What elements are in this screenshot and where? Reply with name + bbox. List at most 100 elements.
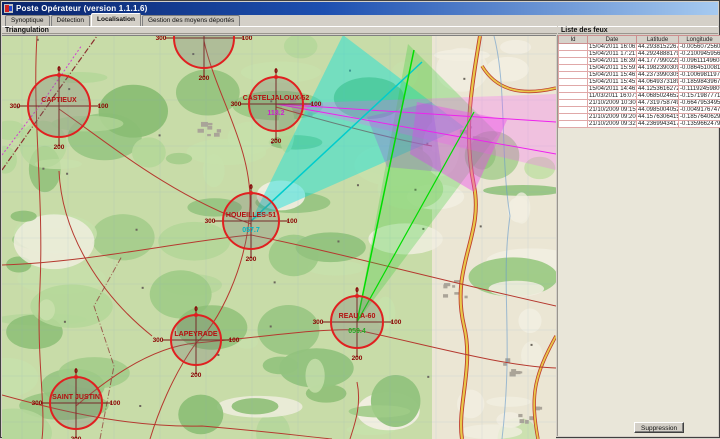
fire-longitude: -0.0056072560859 bbox=[679, 44, 720, 51]
column-header-latitude[interactable]: Latitude bbox=[637, 36, 679, 44]
fire-longitude: -0.1857640629673 bbox=[679, 114, 720, 121]
svg-text:300: 300 bbox=[313, 319, 324, 326]
fire-table-row[interactable]: 21/10/2009 09:32:0244.2369943417-0.13596… bbox=[559, 121, 720, 128]
fire-date: 15/04/2011 16:39:45 bbox=[588, 58, 637, 65]
svg-text:100: 100 bbox=[242, 36, 253, 42]
fire-date: 21/10/2009 09:20:24 bbox=[588, 114, 637, 121]
svg-text:200: 200 bbox=[199, 75, 210, 82]
fire-table-row[interactable]: 15/04/2011 15:46:0544.2373990305-0.10069… bbox=[559, 72, 720, 79]
fire-latitude: 44.1777990229 bbox=[637, 58, 679, 65]
svg-text:300: 300 bbox=[10, 103, 21, 110]
fire-longitude: -0.0961114960809 bbox=[679, 58, 720, 65]
svg-text:0: 0 bbox=[249, 184, 253, 191]
fire-latitude: 44.1253616272 bbox=[637, 86, 679, 93]
fire-longitude: -0.1359662479195 bbox=[679, 121, 720, 128]
fire-table-row[interactable]: 15/04/2011 15:45:5144.0649373189-0.18598… bbox=[559, 79, 720, 86]
svg-text:200: 200 bbox=[246, 256, 257, 263]
svg-text:CASTELJALOUX-52: CASTELJALOUX-52 bbox=[243, 95, 310, 102]
svg-text:300: 300 bbox=[32, 400, 43, 407]
fire-id bbox=[559, 72, 588, 79]
fire-date: 21/10/2009 09:15:09 bbox=[588, 107, 637, 114]
fire-date: 15/04/2011 14:46:07 bbox=[588, 86, 637, 93]
column-header-id[interactable]: Id bbox=[559, 36, 588, 44]
svg-text:118.2: 118.2 bbox=[267, 110, 284, 117]
fire-table-header: IdDateLatitudeLongitude bbox=[559, 36, 720, 44]
svg-text:100: 100 bbox=[311, 101, 322, 108]
fire-table-row[interactable]: 21/10/2009 09:15:0944.0985004052-0.00491… bbox=[559, 107, 720, 114]
svg-text:LAPEYRADE: LAPEYRADE bbox=[174, 331, 218, 338]
fire-longitude: -0.2100945956016 bbox=[679, 51, 720, 58]
triangulation-map[interactable]: 0100200300SAUMEJAN0100200300CAPTIEUX0100… bbox=[2, 35, 556, 439]
fire-id bbox=[559, 121, 588, 128]
fire-date: 15/04/2011 15:45:51 bbox=[588, 79, 637, 86]
fire-list-panel: IdDateLatitudeLongitude 15/04/2011 16:06… bbox=[557, 35, 718, 436]
svg-text:CAPTIEUX: CAPTIEUX bbox=[41, 97, 77, 104]
fire-date: 15/04/2011 15:59:35 bbox=[588, 65, 637, 72]
fire-longitude: -0.1571987771170 bbox=[679, 93, 720, 100]
fire-longitude: -0.1119245980944 bbox=[679, 86, 720, 93]
column-header-date[interactable]: Date bbox=[588, 36, 637, 44]
svg-text:100: 100 bbox=[98, 103, 109, 110]
svg-text:057.7: 057.7 bbox=[242, 227, 260, 234]
svg-text:REAU A-60: REAU A-60 bbox=[339, 313, 376, 320]
delete-fire-button[interactable]: Suppression bbox=[634, 422, 684, 433]
fire-id bbox=[559, 86, 588, 93]
fire-table-row[interactable]: 11/03/2011 16:07:3344.0685024652-0.15719… bbox=[559, 93, 720, 100]
svg-text:300: 300 bbox=[231, 101, 242, 108]
svg-text:100: 100 bbox=[287, 218, 298, 225]
fire-table-row[interactable]: 15/04/2011 16:06:0544.2938152267-0.00560… bbox=[559, 44, 720, 51]
svg-text:300: 300 bbox=[153, 337, 164, 344]
fire-id bbox=[559, 51, 588, 58]
fire-table-row[interactable]: 15/04/2011 14:46:0744.1253616272-0.11192… bbox=[559, 86, 720, 93]
tab-synoptique[interactable]: Synoptique bbox=[5, 15, 50, 26]
svg-text:100: 100 bbox=[391, 319, 402, 326]
fire-table-row[interactable]: 21/10/2009 10:30:3944.7319758749-0.66479… bbox=[559, 100, 720, 107]
fire-id bbox=[559, 93, 588, 100]
app-icon bbox=[4, 4, 13, 13]
panel-title-row: Triangulation Liste des feux bbox=[2, 26, 718, 34]
fire-table-row[interactable]: 15/04/2011 15:59:3544.1982390309-0.08645… bbox=[559, 65, 720, 72]
fire-latitude: 44.1982390309 bbox=[637, 65, 679, 72]
tab-gestion-des-moyens-d-port-s[interactable]: Gestion des moyens déportés bbox=[142, 15, 240, 26]
svg-text:0: 0 bbox=[355, 287, 359, 294]
tab-bar: SynoptiqueDétectionLocalisationGestion d… bbox=[2, 15, 718, 26]
tab-localisation[interactable]: Localisation bbox=[91, 13, 141, 26]
triangulation-panel-title: Triangulation bbox=[2, 26, 557, 34]
svg-text:100: 100 bbox=[229, 337, 240, 344]
svg-text:300: 300 bbox=[205, 218, 216, 225]
fire-date: 15/04/2011 15:46:05 bbox=[588, 72, 637, 79]
map-canvas[interactable]: 0100200300SAUMEJAN0100200300CAPTIEUX0100… bbox=[2, 36, 556, 439]
svg-text:0: 0 bbox=[274, 68, 278, 75]
fire-id bbox=[559, 107, 588, 114]
fire-latitude: 44.0685024652 bbox=[637, 93, 679, 100]
fire-date: 15/04/2011 17:21:07 bbox=[588, 51, 637, 58]
fire-date: 21/10/2009 10:30:39 bbox=[588, 100, 637, 107]
fire-table-row[interactable]: 15/04/2011 17:21:0744.2924888179-0.21009… bbox=[559, 51, 720, 58]
fire-id bbox=[559, 114, 588, 121]
svg-text:300: 300 bbox=[156, 36, 167, 42]
fire-latitude: 44.2938152267 bbox=[637, 44, 679, 51]
fire-latitude: 44.0985004052 bbox=[637, 107, 679, 114]
fire-id bbox=[559, 44, 588, 51]
svg-text:059.4: 059.4 bbox=[348, 328, 366, 335]
fire-latitude: 44.2924888179 bbox=[637, 51, 679, 58]
fire-date: 15/04/2011 16:06:05 bbox=[588, 44, 637, 51]
column-header-longitude[interactable]: Longitude bbox=[679, 36, 720, 44]
fire-date: 11/03/2011 16:07:33 bbox=[588, 93, 637, 100]
tab-d-tection[interactable]: Détection bbox=[51, 15, 90, 26]
window-title: Poste Opérateur (version 1.1.1.6) bbox=[16, 4, 148, 13]
fire-latitude: 44.0649373189 bbox=[637, 79, 679, 86]
fire-longitude: -0.6647953495607 bbox=[679, 100, 720, 107]
svg-text:0: 0 bbox=[57, 66, 61, 73]
fire-id bbox=[559, 100, 588, 107]
svg-text:200: 200 bbox=[54, 144, 65, 151]
fire-id bbox=[559, 58, 588, 65]
fire-longitude: -0.0864510081597 bbox=[679, 65, 720, 72]
svg-text:200: 200 bbox=[271, 138, 282, 145]
fire-latitude: 44.2373990305 bbox=[637, 72, 679, 79]
fire-table-row[interactable]: 21/10/2009 09:20:2444.1576306415-0.18576… bbox=[559, 114, 720, 121]
fire-list-panel-title: Liste des feux bbox=[558, 26, 718, 34]
fire-table-row[interactable]: 15/04/2011 16:39:4544.1777990229-0.09611… bbox=[559, 58, 720, 65]
svg-text:HOUEILLES-51: HOUEILLES-51 bbox=[226, 212, 276, 219]
fire-table: IdDateLatitudeLongitude 15/04/2011 16:06… bbox=[558, 35, 720, 128]
